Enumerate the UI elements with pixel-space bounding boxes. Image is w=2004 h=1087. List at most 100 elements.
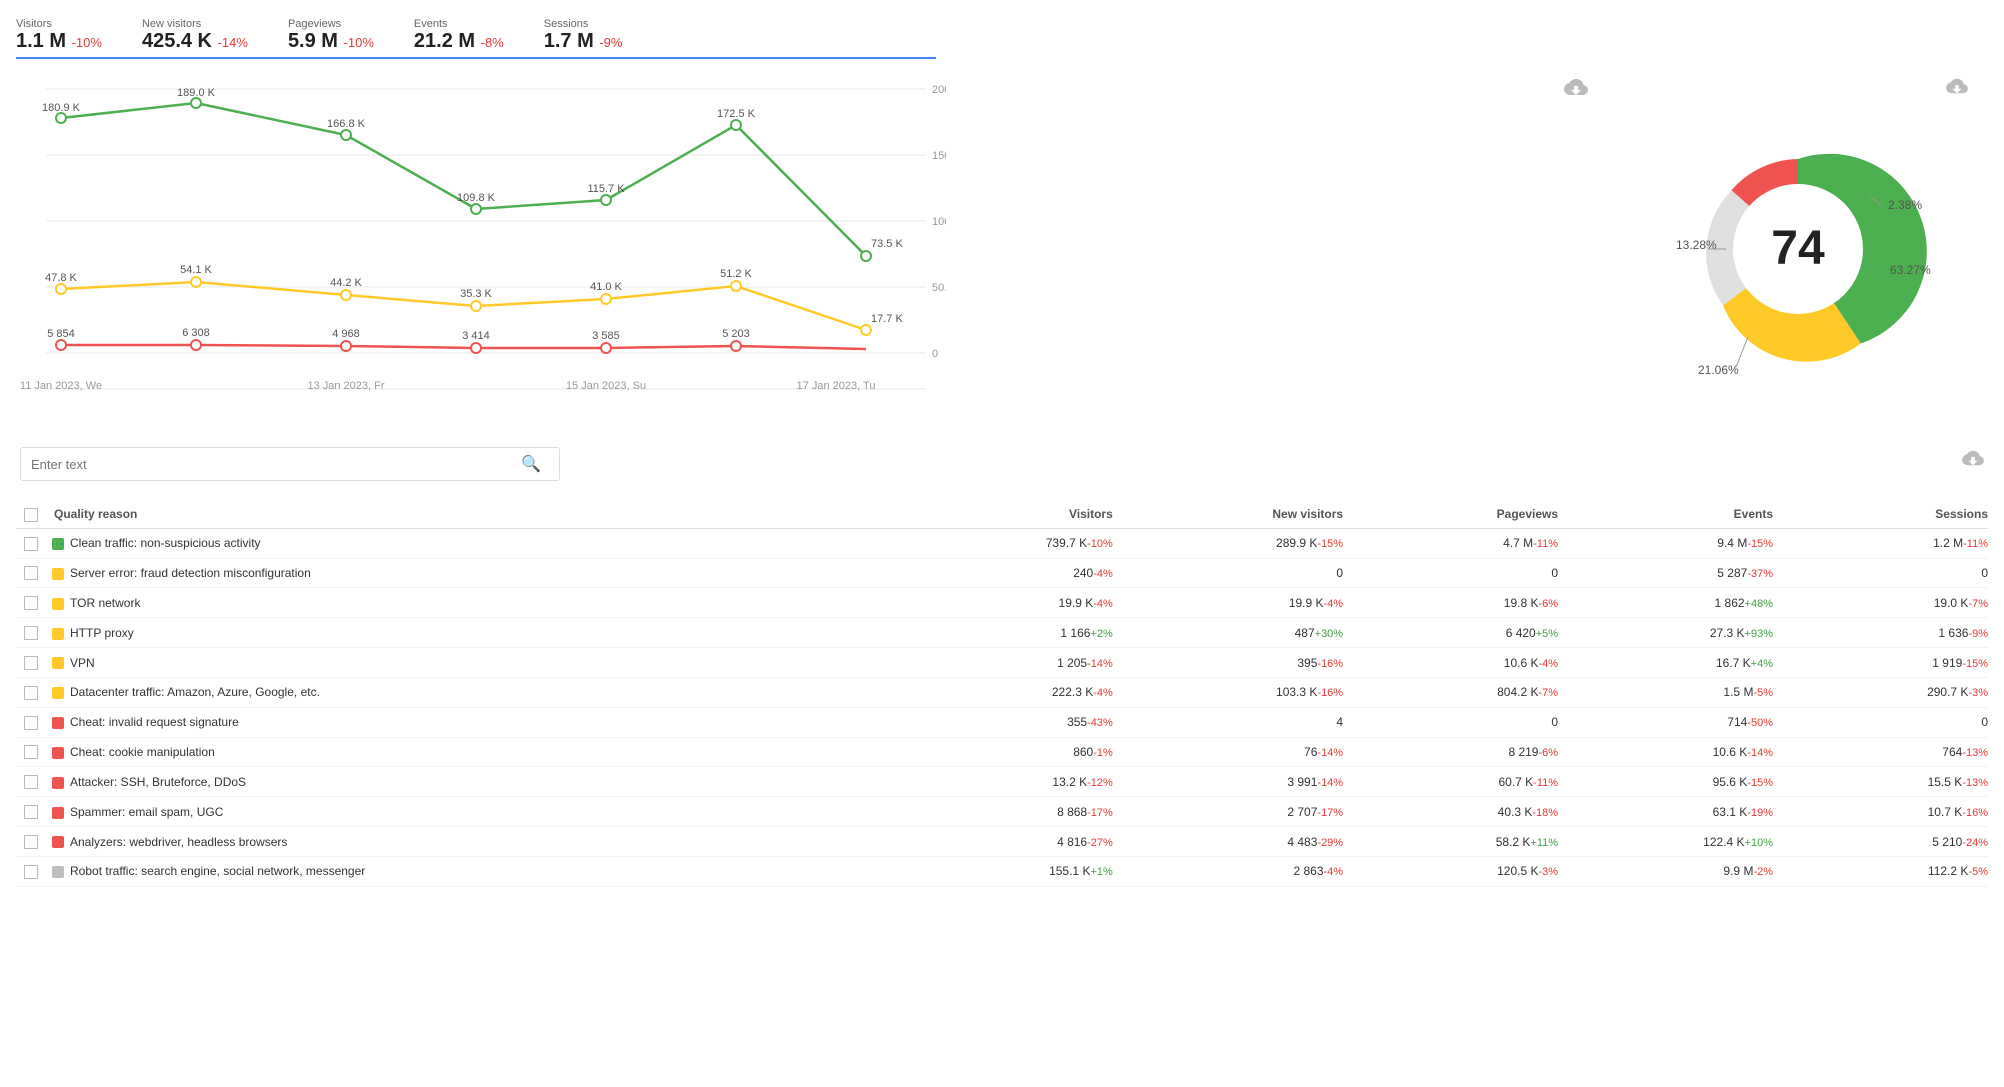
- row-visitors: 1 166+2%: [906, 618, 1121, 648]
- donut-label-yellow: 21.06%: [1698, 363, 1739, 377]
- row-sessions: 5 210-24%: [1781, 827, 1988, 857]
- svg-text:13 Jan 2023, Fr: 13 Jan 2023, Fr: [307, 380, 384, 392]
- svg-text:3 585: 3 585: [592, 330, 620, 342]
- row-visitors: 4 816-27%: [906, 827, 1121, 857]
- row-checkbox[interactable]: [16, 677, 46, 707]
- row-sessions: 764-13%: [1781, 737, 1988, 767]
- row-pageviews: 4.7 M-11%: [1351, 528, 1566, 558]
- metric-sessions-label: Sessions: [544, 18, 623, 30]
- row-quality: Clean traffic: non-suspicious activity: [46, 528, 906, 558]
- cloud-download-icon[interactable]: [1564, 77, 1588, 103]
- row-new-visitors: 19.9 K-4%: [1121, 588, 1351, 618]
- table-row: VPN 1 205-14% 395-16% 10.6 K-4% 16.7 K+4…: [16, 648, 1988, 678]
- col-sessions: Sessions: [1781, 501, 1988, 528]
- row-checkbox[interactable]: [16, 588, 46, 618]
- row-new-visitors: 2 863-4%: [1121, 856, 1351, 886]
- row-visitors: 1 205-14%: [906, 648, 1121, 678]
- search-input-wrap[interactable]: 🔍: [20, 447, 560, 481]
- row-pageviews: 40.3 K-18%: [1351, 797, 1566, 827]
- row-pageviews: 804.2 K-7%: [1351, 677, 1566, 707]
- table-row: HTTP proxy 1 166+2% 487+30% 6 420+5% 27.…: [16, 618, 1988, 648]
- table-row: Robot traffic: search engine, social net…: [16, 856, 1988, 886]
- row-events: 63.1 K-19%: [1566, 797, 1781, 827]
- svg-text:6 308: 6 308: [182, 327, 210, 339]
- row-checkbox[interactable]: [16, 618, 46, 648]
- metric-sessions-value: 1.7 M -9%: [544, 30, 623, 53]
- row-sessions: 15.5 K-13%: [1781, 767, 1988, 797]
- row-new-visitors: 3 991-14%: [1121, 767, 1351, 797]
- row-quality: Cheat: invalid request signature: [46, 707, 906, 737]
- row-quality: Robot traffic: search engine, social net…: [46, 856, 906, 886]
- metric-new-visitors: New visitors 425.4 K -14%: [142, 18, 248, 53]
- row-checkbox[interactable]: [16, 648, 46, 678]
- row-checkbox[interactable]: [16, 767, 46, 797]
- cloud-icon-search[interactable]: [1962, 449, 1984, 473]
- main-chart-row: 200.0 K 150.0 K 100.0 K 50.0 K 0 11 Jan …: [16, 69, 1988, 429]
- search-input[interactable]: [31, 457, 521, 472]
- svg-text:5 203: 5 203: [722, 328, 750, 340]
- row-visitors: 155.1 K+1%: [906, 856, 1121, 886]
- row-checkbox[interactable]: [16, 856, 46, 886]
- row-pageviews: 10.6 K-4%: [1351, 648, 1566, 678]
- metric-pageviews-label: Pageviews: [288, 18, 374, 30]
- select-all-checkbox[interactable]: [16, 501, 46, 528]
- metric-sessions: Sessions 1.7 M -9%: [544, 18, 623, 53]
- row-visitors: 8 868-17%: [906, 797, 1121, 827]
- svg-text:3 414: 3 414: [462, 330, 490, 342]
- row-quality: VPN: [46, 648, 906, 678]
- svg-text:172.5 K: 172.5 K: [717, 108, 756, 120]
- svg-text:35.3 K: 35.3 K: [460, 288, 492, 300]
- svg-text:200.0 K: 200.0 K: [932, 84, 946, 96]
- table-row: Spammer: email spam, UGC 8 868-17% 2 707…: [16, 797, 1988, 827]
- col-visitors: Visitors: [906, 501, 1121, 528]
- donut-chart-area: 74 2.38% 63.27% 21.06% 13.28%: [1608, 69, 1988, 429]
- row-quality: Attacker: SSH, Bruteforce, DDoS: [46, 767, 906, 797]
- row-sessions: 1.2 M-11%: [1781, 528, 1988, 558]
- col-events: Events: [1566, 501, 1781, 528]
- svg-text:166.8 K: 166.8 K: [327, 118, 366, 130]
- row-quality: Datacenter traffic: Amazon, Azure, Googl…: [46, 677, 906, 707]
- main-container: Visitors 1.1 M -10% New visitors 425.4 K…: [0, 0, 2004, 1087]
- metric-events-value: 21.2 M -8%: [414, 30, 504, 53]
- row-events: 1 862+48%: [1566, 588, 1781, 618]
- search-icon: 🔍: [521, 454, 541, 474]
- row-checkbox[interactable]: [16, 707, 46, 737]
- cloud-icon-donut[interactable]: [1946, 77, 1968, 101]
- row-checkbox[interactable]: [16, 558, 46, 588]
- row-pageviews: 6 420+5%: [1351, 618, 1566, 648]
- svg-text:100.0 K: 100.0 K: [932, 216, 946, 228]
- row-new-visitors: 395-16%: [1121, 648, 1351, 678]
- row-checkbox[interactable]: [16, 797, 46, 827]
- quality-table: Quality reason Visitors New visitors Pag…: [16, 501, 1988, 887]
- row-checkbox[interactable]: [16, 528, 46, 558]
- svg-text:17.7 K: 17.7 K: [871, 313, 903, 325]
- svg-text:50.0 K: 50.0 K: [932, 282, 946, 294]
- row-quality: TOR network: [46, 588, 906, 618]
- svg-text:189.0 K: 189.0 K: [177, 87, 216, 99]
- row-events: 9.4 M-15%: [1566, 528, 1781, 558]
- metric-visitors-label: Visitors: [16, 18, 102, 30]
- row-checkbox[interactable]: [16, 827, 46, 857]
- row-quality: Analyzers: webdriver, headless browsers: [46, 827, 906, 857]
- metric-events-label: Events: [414, 18, 504, 30]
- svg-text:5 854: 5 854: [47, 328, 75, 340]
- metrics-bar: Visitors 1.1 M -10% New visitors 425.4 K…: [16, 10, 936, 59]
- row-events: 10.6 K-14%: [1566, 737, 1781, 767]
- row-pageviews: 8 219-6%: [1351, 737, 1566, 767]
- row-visitors: 860-1%: [906, 737, 1121, 767]
- row-new-visitors: 487+30%: [1121, 618, 1351, 648]
- row-sessions: 0: [1781, 707, 1988, 737]
- table-header-row: Quality reason Visitors New visitors Pag…: [16, 501, 1988, 528]
- table-row: Server error: fraud detection misconfigu…: [16, 558, 1988, 588]
- row-checkbox[interactable]: [16, 737, 46, 767]
- row-events: 27.3 K+93%: [1566, 618, 1781, 648]
- svg-text:41.0 K: 41.0 K: [590, 281, 622, 293]
- row-quality: Server error: fraud detection misconfigu…: [46, 558, 906, 588]
- col-new-visitors: New visitors: [1121, 501, 1351, 528]
- svg-text:73.5 K: 73.5 K: [871, 238, 903, 250]
- row-visitors: 355-43%: [906, 707, 1121, 737]
- donut-label-gray: 13.28%: [1676, 238, 1717, 252]
- col-quality-reason: Quality reason: [46, 501, 906, 528]
- svg-text:44.2 K: 44.2 K: [330, 277, 362, 289]
- row-visitors: 222.3 K-4%: [906, 677, 1121, 707]
